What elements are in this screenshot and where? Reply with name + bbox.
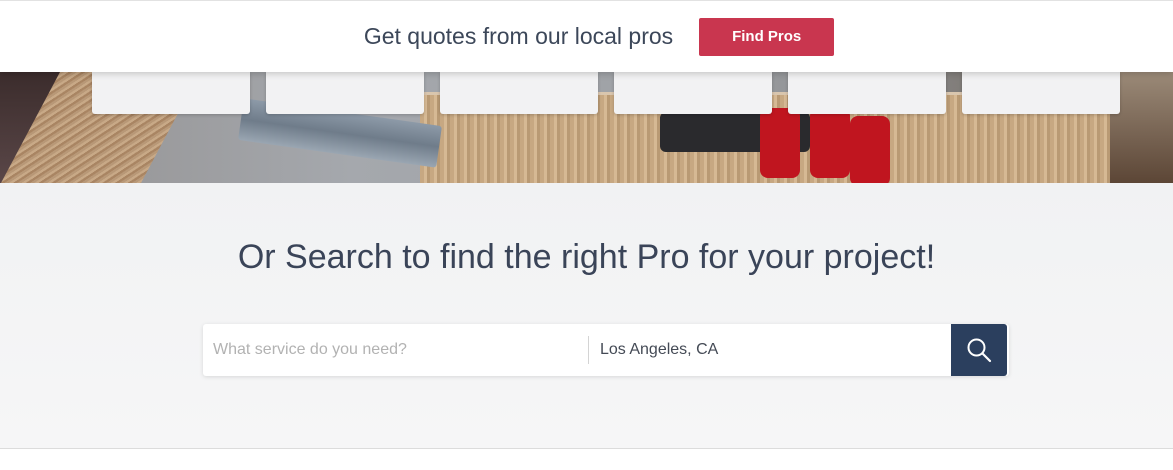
category-card[interactable]: [266, 72, 424, 114]
find-pros-button[interactable]: Find Pros: [699, 17, 835, 56]
footer-strip: [0, 449, 1173, 470]
search-section: Or Search to find the right Pro for your…: [0, 183, 1173, 449]
search-title: Or Search to find the right Pro for your…: [237, 238, 936, 276]
search-form: [203, 324, 1009, 376]
category-card[interactable]: [440, 72, 598, 114]
quote-bar-text: Get quotes from our local pros: [363, 23, 674, 49]
hero-clamp-red: [760, 108, 800, 178]
hero-clamp-red: [850, 116, 890, 183]
category-card[interactable]: [962, 72, 1120, 114]
category-card[interactable]: [788, 72, 946, 114]
sticky-quote-bar: Get quotes from our local pros Find Pros: [0, 0, 1173, 72]
category-card[interactable]: [92, 72, 250, 114]
search-icon: [967, 338, 992, 363]
location-input[interactable]: [589, 324, 951, 376]
category-card[interactable]: [614, 72, 772, 114]
hero-clamp-red: [810, 108, 850, 178]
page: Get quotes from our local pros Find Pros…: [0, 0, 1173, 470]
search-button[interactable]: [951, 324, 1007, 376]
service-input[interactable]: [203, 324, 588, 376]
